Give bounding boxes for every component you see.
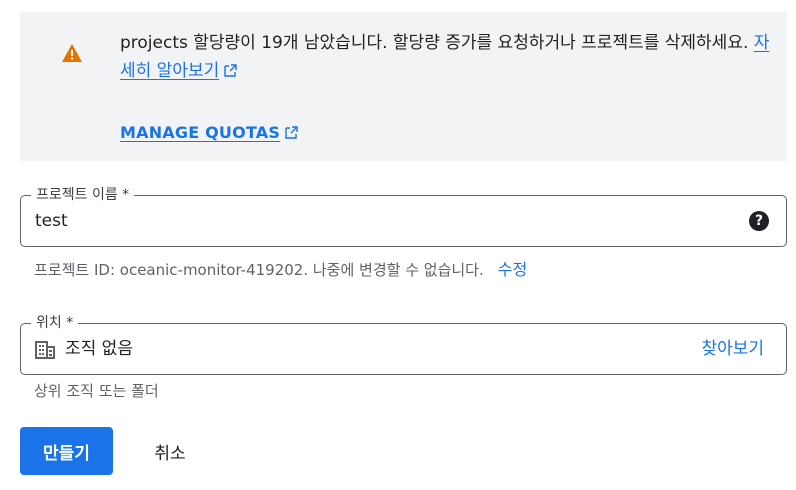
manage-quotas-label: MANAGE QUOTAS	[120, 123, 281, 142]
create-button[interactable]: 만들기	[20, 427, 113, 475]
help-icon[interactable]: ?	[749, 211, 769, 231]
location-label: 위치 *	[31, 313, 79, 333]
location-value: 조직 없음	[65, 339, 133, 359]
project-id-text: 프로젝트 ID: oceanic-monitor-419202. 나중에 변경할…	[34, 261, 484, 279]
project-name-input[interactable]: test	[35, 210, 68, 232]
open-in-new-icon	[224, 64, 237, 77]
project-name-label: 프로젝트 이름 *	[31, 185, 135, 205]
quota-warning-banner: projects 할당량이 19개 남았습니다. 할당량 증가를 요청하거나 프…	[20, 12, 787, 161]
browse-button[interactable]: 찾아보기	[701, 338, 764, 360]
location-hint: 상위 조직 또는 폴더	[34, 382, 159, 400]
cancel-button[interactable]: 취소	[128, 427, 212, 475]
project-id-hint: 프로젝트 ID: oceanic-monitor-419202. 나중에 변경할…	[34, 260, 527, 280]
manage-quotas-link[interactable]: MANAGE QUOTAS	[120, 123, 298, 142]
edit-project-id-link[interactable]: 수정	[498, 260, 527, 279]
quota-warning-message: projects 할당량이 19개 남았습니다. 할당량 증가를 요청하거나 프…	[120, 29, 770, 85]
open-in-new-icon	[285, 126, 298, 139]
quota-warning-text: projects 할당량이 19개 남았습니다. 할당량 증가를 요청하거나 프…	[120, 33, 749, 53]
warning-icon	[62, 44, 82, 62]
location-field[interactable]: 위치 * 조직 없음 찾아보기	[20, 313, 787, 375]
organization-icon	[35, 341, 55, 359]
project-name-field[interactable]: 프로젝트 이름 * test ?	[20, 185, 787, 247]
new-project-form: projects 할당량이 19개 남았습니다. 할당량 증가를 요청하거나 프…	[0, 0, 796, 490]
